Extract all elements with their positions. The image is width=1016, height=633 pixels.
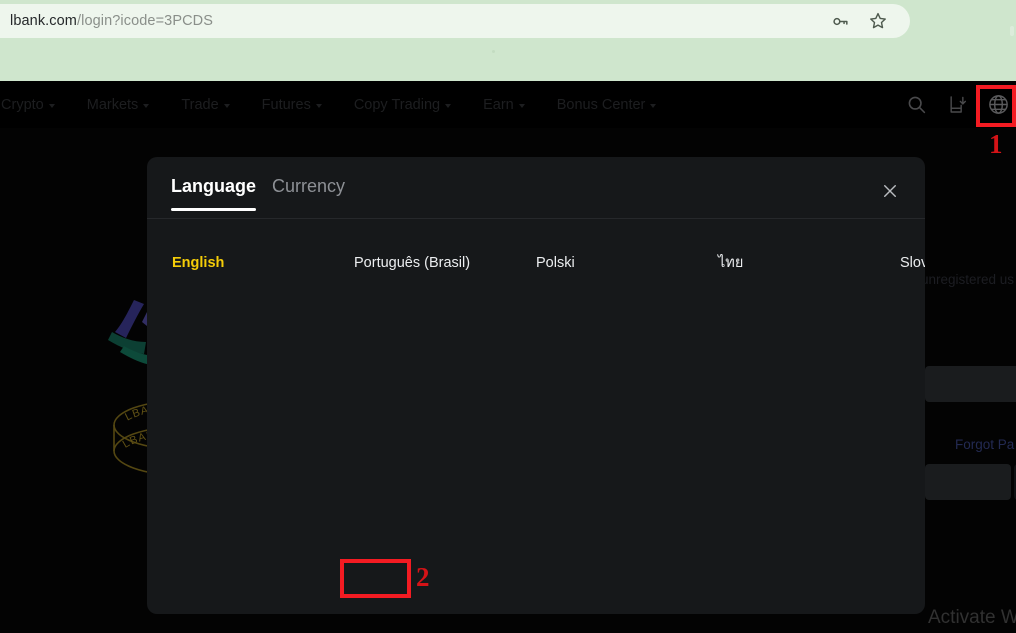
chevron-down-icon <box>315 103 322 108</box>
url-path: /login?icode=3PCDS <box>77 13 214 29</box>
chevron-down-icon <box>445 103 452 108</box>
nav-item-buy-crypto[interactable]: Buy Crypto <box>0 97 71 113</box>
nav-item-bonus-center[interactable]: Bonus Center <box>541 97 673 113</box>
key-icon[interactable] <box>831 12 850 31</box>
main-navigation: Buy Crypto Markets Trade Futures Copy Tr… <box>0 81 672 128</box>
address-bar-icons <box>831 11 888 31</box>
language-options-grid: English Português (Brasil) Polski ไทย Sl… <box>147 219 925 282</box>
language-option-thai[interactable]: ไทย <box>718 254 900 271</box>
language-option-slovenscina[interactable]: Slovenščina <box>900 254 925 271</box>
nav-label: Bonus Center <box>556 96 646 113</box>
annotation-number-2: 2 <box>416 562 430 592</box>
address-bar-url: lbank.com/login?icode=3PCDS <box>10 13 213 29</box>
language-option-portugues-brasil[interactable]: Português (Brasil) <box>354 254 536 271</box>
nav-item-trade[interactable]: Trade <box>165 97 245 113</box>
forgot-password-link[interactable]: Forgot Pa <box>955 437 1014 452</box>
site-header: Buy Crypto Markets Trade Futures Copy Tr… <box>0 81 1016 128</box>
nav-item-copy-trading[interactable]: Copy Trading <box>338 97 467 113</box>
nav-item-futures[interactable]: Futures <box>246 97 338 113</box>
browser-chrome: lbank.com/login?icode=3PCDS <box>0 0 1016 81</box>
modal-header: Language Currency <box>147 157 925 219</box>
chrome-decor-dot <box>492 50 495 53</box>
tab-currency[interactable]: Currency <box>272 176 345 211</box>
chevron-down-icon <box>223 103 230 108</box>
download-app-icon[interactable] <box>947 94 967 115</box>
activate-windows-watermark: Activate W <box>928 607 1016 628</box>
tab-language[interactable]: Language <box>171 176 257 211</box>
close-icon[interactable] <box>881 182 899 200</box>
chevron-down-icon <box>650 103 657 108</box>
nav-label: Futures <box>261 96 311 113</box>
nav-label: Buy Crypto <box>0 96 44 113</box>
url-host: lbank.com <box>10 13 77 29</box>
chrome-edge-sliver <box>1010 26 1014 36</box>
chevron-down-icon <box>143 103 150 108</box>
header-actions <box>906 81 1010 128</box>
modal-tabs: Language Currency <box>171 176 345 211</box>
bg-verify-field[interactable] <box>925 464 1011 500</box>
nav-label: Copy Trading <box>353 96 441 113</box>
bg-password-field[interactable] <box>925 366 1016 402</box>
search-icon[interactable] <box>906 94 927 115</box>
address-bar[interactable]: lbank.com/login?icode=3PCDS <box>0 4 910 38</box>
language-option-english[interactable]: English <box>172 254 354 271</box>
star-icon[interactable] <box>868 11 888 31</box>
language-currency-modal: Language Currency English Português (Bra… <box>147 157 925 614</box>
nav-label: Earn <box>483 96 514 113</box>
nav-item-markets[interactable]: Markets <box>71 97 166 113</box>
annotation-number-1: 1 <box>989 129 1003 159</box>
globe-language-icon[interactable] <box>987 93 1010 116</box>
nav-item-earn[interactable]: Earn <box>467 97 541 113</box>
nav-label: Markets <box>86 96 139 113</box>
language-option-polski[interactable]: Polski <box>536 254 718 271</box>
screen: lbank.com/login?icode=3PCDS Crypto Marke… <box>0 0 1016 633</box>
bg-unregistered-hint: unregistered us <box>921 272 1015 287</box>
chevron-down-icon <box>48 103 55 108</box>
nav-label: Trade <box>181 96 219 113</box>
chevron-down-icon <box>518 103 525 108</box>
